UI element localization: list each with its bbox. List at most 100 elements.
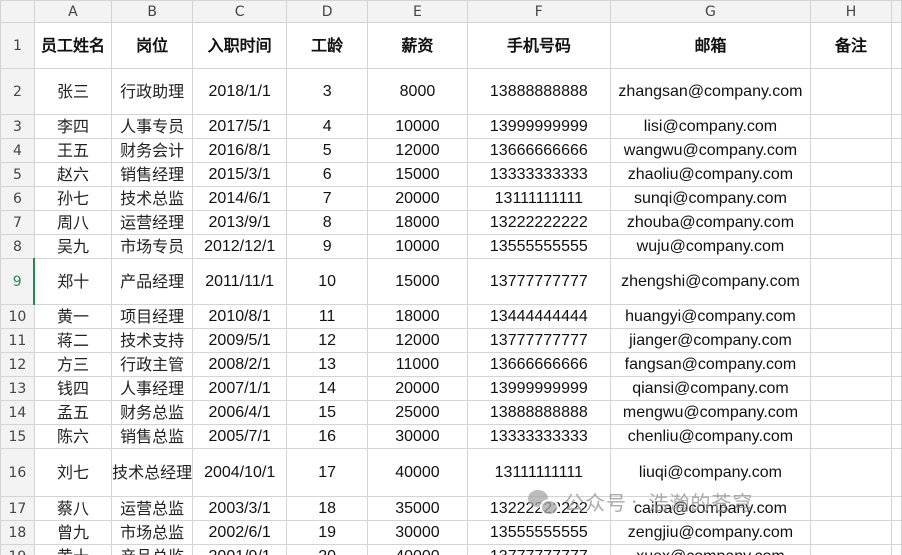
cell-email[interactable]: wuju@company.com [610, 234, 811, 259]
cell-phone[interactable]: 13999999999 [466, 376, 612, 401]
cell-salary[interactable]: 30000 [367, 424, 468, 449]
cell-name[interactable]: 孙七 [33, 186, 113, 211]
cell-position[interactable]: 产品总监 [111, 544, 194, 555]
cell-phone[interactable]: 13333333333 [466, 424, 612, 449]
cell-tenure[interactable]: 14 [286, 376, 369, 401]
cell-position[interactable]: 行政助理 [111, 68, 194, 115]
cell-note[interactable] [809, 448, 893, 497]
header-cell-tenure[interactable]: 工龄 [286, 22, 369, 69]
cell-email[interactable]: zengjiu@company.com [610, 520, 811, 545]
grid-cell[interactable] [891, 448, 902, 497]
column-header-e[interactable]: E [367, 0, 468, 23]
cell-position[interactable]: 技术支持 [111, 328, 194, 353]
cell-phone[interactable]: 13999999999 [466, 114, 612, 139]
cell-email[interactable]: lisi@company.com [610, 114, 811, 139]
cell-phone[interactable]: 13666666666 [466, 352, 612, 377]
row-header[interactable]: 19 [0, 544, 35, 555]
cell-phone[interactable]: 13111111111 [466, 448, 612, 497]
cell-salary[interactable]: 30000 [367, 520, 468, 545]
cell-hire-date[interactable]: 2014/6/1 [192, 186, 288, 211]
cell-email[interactable]: caiba@company.com [610, 496, 811, 521]
cell-name[interactable]: 孟五 [33, 400, 113, 425]
cell-note[interactable] [809, 68, 893, 115]
grid-cell[interactable] [891, 186, 902, 211]
grid-cell[interactable] [891, 22, 902, 69]
grid-cell[interactable] [891, 520, 902, 545]
cell-email[interactable]: mengwu@company.com [610, 400, 811, 425]
cell-note[interactable] [809, 114, 893, 139]
cell-hire-date[interactable]: 2005/7/1 [192, 424, 288, 449]
cell-name[interactable]: 黄十 [33, 544, 113, 555]
cell-note[interactable] [809, 328, 893, 353]
cell-phone[interactable]: 13222222222 [466, 496, 612, 521]
row-header[interactable]: 17 [0, 496, 35, 521]
cell-tenure[interactable]: 8 [286, 210, 369, 235]
row-header[interactable]: 5 [0, 162, 35, 187]
row-header[interactable]: 16 [0, 448, 35, 497]
row-header[interactable]: 12 [0, 352, 35, 377]
column-header-h[interactable]: H [809, 0, 893, 23]
cell-email[interactable]: chenliu@company.com [610, 424, 811, 449]
grid-cell[interactable] [891, 328, 902, 353]
cell-position[interactable]: 行政主管 [111, 352, 194, 377]
cell-salary[interactable]: 12000 [367, 328, 468, 353]
cell-hire-date[interactable]: 2007/1/1 [192, 376, 288, 401]
cell-email[interactable]: zhangsan@company.com [610, 68, 811, 115]
cell-phone[interactable]: 13888888888 [466, 400, 612, 425]
header-cell-note[interactable]: 备注 [809, 22, 893, 69]
cell-note[interactable] [809, 210, 893, 235]
cell-hire-date[interactable]: 2012/12/1 [192, 234, 288, 259]
cell-name[interactable]: 周八 [33, 210, 113, 235]
row-header[interactable]: 10 [0, 304, 35, 329]
cell-position[interactable]: 技术总经理 [111, 448, 194, 497]
cell-hire-date[interactable]: 2002/6/1 [192, 520, 288, 545]
cell-tenure[interactable]: 11 [286, 304, 369, 329]
cell-salary[interactable]: 40000 [367, 448, 468, 497]
row-header[interactable]: 1 [0, 22, 35, 69]
cell-hire-date[interactable]: 2003/3/1 [192, 496, 288, 521]
cell-hire-date[interactable]: 2017/5/1 [192, 114, 288, 139]
grid-cell[interactable] [891, 376, 902, 401]
cell-position[interactable]: 市场专员 [111, 234, 194, 259]
column-header-d[interactable]: D [286, 0, 369, 23]
cell-position[interactable]: 运营经理 [111, 210, 194, 235]
cell-email[interactable]: zhengshi@company.com [610, 258, 811, 305]
column-header-g[interactable]: G [610, 0, 811, 23]
row-header[interactable]: 11 [0, 328, 35, 353]
cell-email[interactable]: zhaoliu@company.com [610, 162, 811, 187]
cell-name[interactable]: 钱四 [33, 376, 113, 401]
cell-position[interactable]: 销售经理 [111, 162, 194, 187]
cell-name[interactable]: 李四 [33, 114, 113, 139]
cell-name[interactable]: 郑十 [33, 258, 113, 305]
cell-tenure[interactable]: 12 [286, 328, 369, 353]
cell-note[interactable] [809, 544, 893, 555]
cell-name[interactable]: 黄一 [33, 304, 113, 329]
cell-phone[interactable]: 13777777777 [466, 258, 612, 305]
cell-tenure[interactable]: 13 [286, 352, 369, 377]
cell-tenure[interactable]: 6 [286, 162, 369, 187]
cell-email[interactable]: liuqi@company.com [610, 448, 811, 497]
cell-tenure[interactable]: 9 [286, 234, 369, 259]
cell-phone[interactable]: 13111111111 [466, 186, 612, 211]
cell-position[interactable]: 项目经理 [111, 304, 194, 329]
grid-cell[interactable] [891, 544, 902, 555]
cell-salary[interactable]: 11000 [367, 352, 468, 377]
row-header[interactable]: 14 [0, 400, 35, 425]
cell-tenure[interactable]: 3 [286, 68, 369, 115]
cell-phone[interactable]: 13444444444 [466, 304, 612, 329]
column-header-c[interactable]: C [192, 0, 288, 23]
row-header[interactable]: 6 [0, 186, 35, 211]
cell-hire-date[interactable]: 2018/1/1 [192, 68, 288, 115]
row-header[interactable]: 18 [0, 520, 35, 545]
row-header[interactable]: 15 [0, 424, 35, 449]
select-all-corner[interactable] [0, 0, 35, 23]
column-header-a[interactable]: A [33, 0, 113, 23]
cell-note[interactable] [809, 162, 893, 187]
grid-cell[interactable] [891, 400, 902, 425]
cell-position[interactable]: 人事专员 [111, 114, 194, 139]
cell-salary[interactable]: 40000 [367, 544, 468, 555]
cell-phone[interactable]: 13555555555 [466, 520, 612, 545]
cell-position[interactable]: 财务会计 [111, 138, 194, 163]
grid-cell[interactable] [891, 352, 902, 377]
cell-name[interactable]: 陈六 [33, 424, 113, 449]
